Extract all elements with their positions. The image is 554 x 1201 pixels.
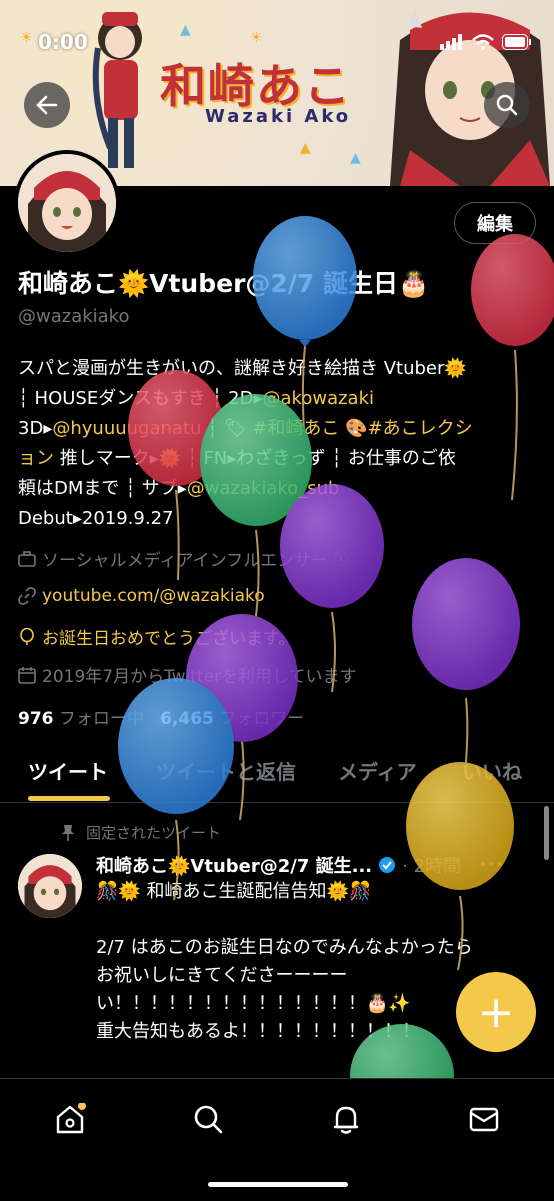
battery-icon: [502, 34, 531, 50]
profile-link-row: youtube.com/@wazakiako: [18, 586, 265, 606]
status-time: 0:00: [38, 30, 88, 54]
triangle-decoration: ▲: [350, 150, 361, 166]
profile-joined: 2019年7月からTwitterを利用しています: [42, 667, 357, 687]
bio-text: ┆ HOUSEダンスもすき ┆ 2D▸: [18, 388, 263, 409]
followers-count: 6,465: [160, 709, 214, 729]
pinned-label: 固定されたツイート: [86, 824, 222, 842]
bio-text: 🎨: [339, 418, 368, 439]
back-button[interactable]: [24, 82, 70, 128]
tweet-header: 和崎あこ🌞Vtuber@2/7 誕生... · 2時間 •••: [96, 852, 504, 878]
active-tab-indicator: [28, 796, 110, 801]
tweet-avatar[interactable]: [18, 854, 82, 918]
bio-text: 頼はDMまで ┆ サブ▸: [18, 478, 187, 499]
bio-text: 3D▸: [18, 418, 53, 439]
bio-link[interactable]: @wazakiako_sub: [187, 478, 340, 499]
verified-badge-icon: [379, 857, 396, 873]
profile-avatar[interactable]: [14, 150, 120, 256]
status-icons: [440, 34, 532, 50]
compose-tweet-button[interactable]: +: [456, 972, 536, 1052]
tweet-line: [96, 906, 536, 934]
profile-birthday: お誕生日おめでとうございます。: [42, 629, 296, 649]
tweet-line: 🎊🌞 和崎あこ生誕配信告知🌞🎊: [96, 881, 372, 902]
bio-text: スパと漫画が生きがいの、謎解き好き絵描き Vtuber🌞: [18, 358, 467, 379]
briefcase-icon: [18, 550, 36, 567]
followers-link[interactable]: 6,465 フォロワー: [160, 709, 304, 729]
following-link[interactable]: 976 フォロー中: [18, 709, 144, 729]
banner-subtitle: Wazaki Ako: [205, 106, 352, 127]
profile-name: 和崎あこ🌞Vtuber@2/7 誕生日🎂: [18, 269, 430, 298]
bio-line: ョン 推しマーク▸🌞 ┆ FN▸わざきっず ┆ お仕事のご依: [18, 444, 538, 474]
tweet-avatar-image: [18, 854, 82, 918]
banner-character-right: [390, 8, 550, 186]
bio-line: Debut▸2019.9.27: [18, 504, 538, 534]
bio-line: スパと漫画が生きがいの、謎解き好き絵描き Vtuber🌞: [18, 354, 538, 384]
scrollbar[interactable]: [544, 806, 549, 860]
envelope-icon: [469, 1107, 499, 1132]
profile-category-text: ソーシャルメディアインフルエンサー: [42, 551, 329, 571]
nav-search[interactable]: [188, 1099, 228, 1139]
balloon-red: [471, 234, 554, 346]
tweet-author[interactable]: 和崎あこ🌞Vtuber@2/7 誕生...: [96, 852, 372, 878]
nav-notifications[interactable]: [326, 1099, 366, 1139]
tab-tweets-and-replies[interactable]: ツイートと返信: [156, 756, 296, 785]
pinned-label-row: 固定されたツイート: [60, 822, 221, 843]
more-options-icon[interactable]: •••: [479, 857, 504, 873]
tab-media[interactable]: メディア: [338, 756, 417, 785]
bio-line: 頼はDMまで ┆ サブ▸@wazakiako_sub: [18, 474, 538, 504]
bio-link[interactable]: #あこレクシ: [368, 418, 473, 439]
bio-link[interactable]: ョン: [18, 448, 54, 469]
following-label: フォロー中: [58, 709, 144, 729]
wifi-icon: [472, 34, 494, 50]
nav-home[interactable]: [50, 1099, 90, 1139]
balloon-purple: [412, 558, 520, 690]
tab-tweets[interactable]: ツイート: [28, 756, 108, 785]
home-icon: [56, 1103, 86, 1134]
arrow-left-icon: [36, 95, 58, 115]
balloon-icon: [20, 627, 34, 645]
triangle-decoration: ▲: [300, 140, 311, 156]
search-button[interactable]: [484, 82, 530, 128]
tab-likes[interactable]: いいね: [462, 756, 522, 785]
search-icon: [194, 1105, 223, 1134]
triangle-decoration: ▲: [180, 22, 191, 38]
nav-messages[interactable]: [464, 1099, 504, 1139]
bell-icon: [333, 1106, 359, 1134]
profile-stats: 976 フォロー中 6,465 フォロワー: [18, 704, 304, 729]
bio-link[interactable]: @akowazaki: [263, 388, 374, 409]
link-icon: [18, 587, 36, 605]
followers-label: フォロワー: [219, 709, 305, 729]
profile-joined-row: 2019年7月からTwitterを利用しています: [18, 662, 357, 687]
following-count: 976: [18, 709, 54, 729]
calendar-icon: [18, 666, 36, 684]
home-indicator: [208, 1182, 348, 1187]
search-icon: [496, 94, 518, 116]
sun-decoration: ☀: [250, 30, 263, 46]
avatar-image: [18, 154, 116, 252]
profile-handle: @wazakiako: [18, 306, 130, 327]
bio-text: Debut▸2019.9.27: [18, 508, 174, 529]
bio-link[interactable]: @hyuuuuganatu: [52, 418, 201, 439]
bio-line: 3D▸@hyuuuuganatu ┆ 🏷 #和崎あこ 🎨#あこレクシ: [18, 414, 538, 444]
bio-text: ┆ 🏷: [201, 418, 253, 439]
profile-birthday-row: お誕生日おめでとうございます。: [18, 624, 295, 649]
profile-bio: スパと漫画が生きがいの、謎解き好き絵描き Vtuber🌞 ┆ HOUSEダンスもす…: [18, 354, 538, 534]
info-icon[interactable]: ⓘ: [334, 549, 348, 569]
profile-tabs: ツイート ツイートと返信 メディア いいね: [0, 740, 554, 803]
profile-link[interactable]: youtube.com/@wazakiako: [42, 586, 265, 606]
tweet-time: · 2時間: [402, 856, 462, 877]
bio-link[interactable]: #和崎あこ: [252, 418, 339, 439]
profile-category: ソーシャルメディアインフルエンサー ⓘ: [18, 546, 348, 571]
bio-line: ┆ HOUSEダンスもすき ┆ 2D▸@akowazaki: [18, 384, 538, 414]
cellular-signal-icon: [440, 34, 462, 50]
bio-text: 推しマーク▸🌞 ┆ FN▸わざきっず ┆ お仕事のご依: [54, 448, 456, 469]
edit-profile-button[interactable]: 編集: [454, 202, 536, 244]
sun-decoration: ☀: [20, 30, 33, 46]
pin-icon: [62, 824, 74, 841]
tweet-line: 2/7 はあこのお誕生日なのでみんなよかったら: [96, 937, 473, 958]
